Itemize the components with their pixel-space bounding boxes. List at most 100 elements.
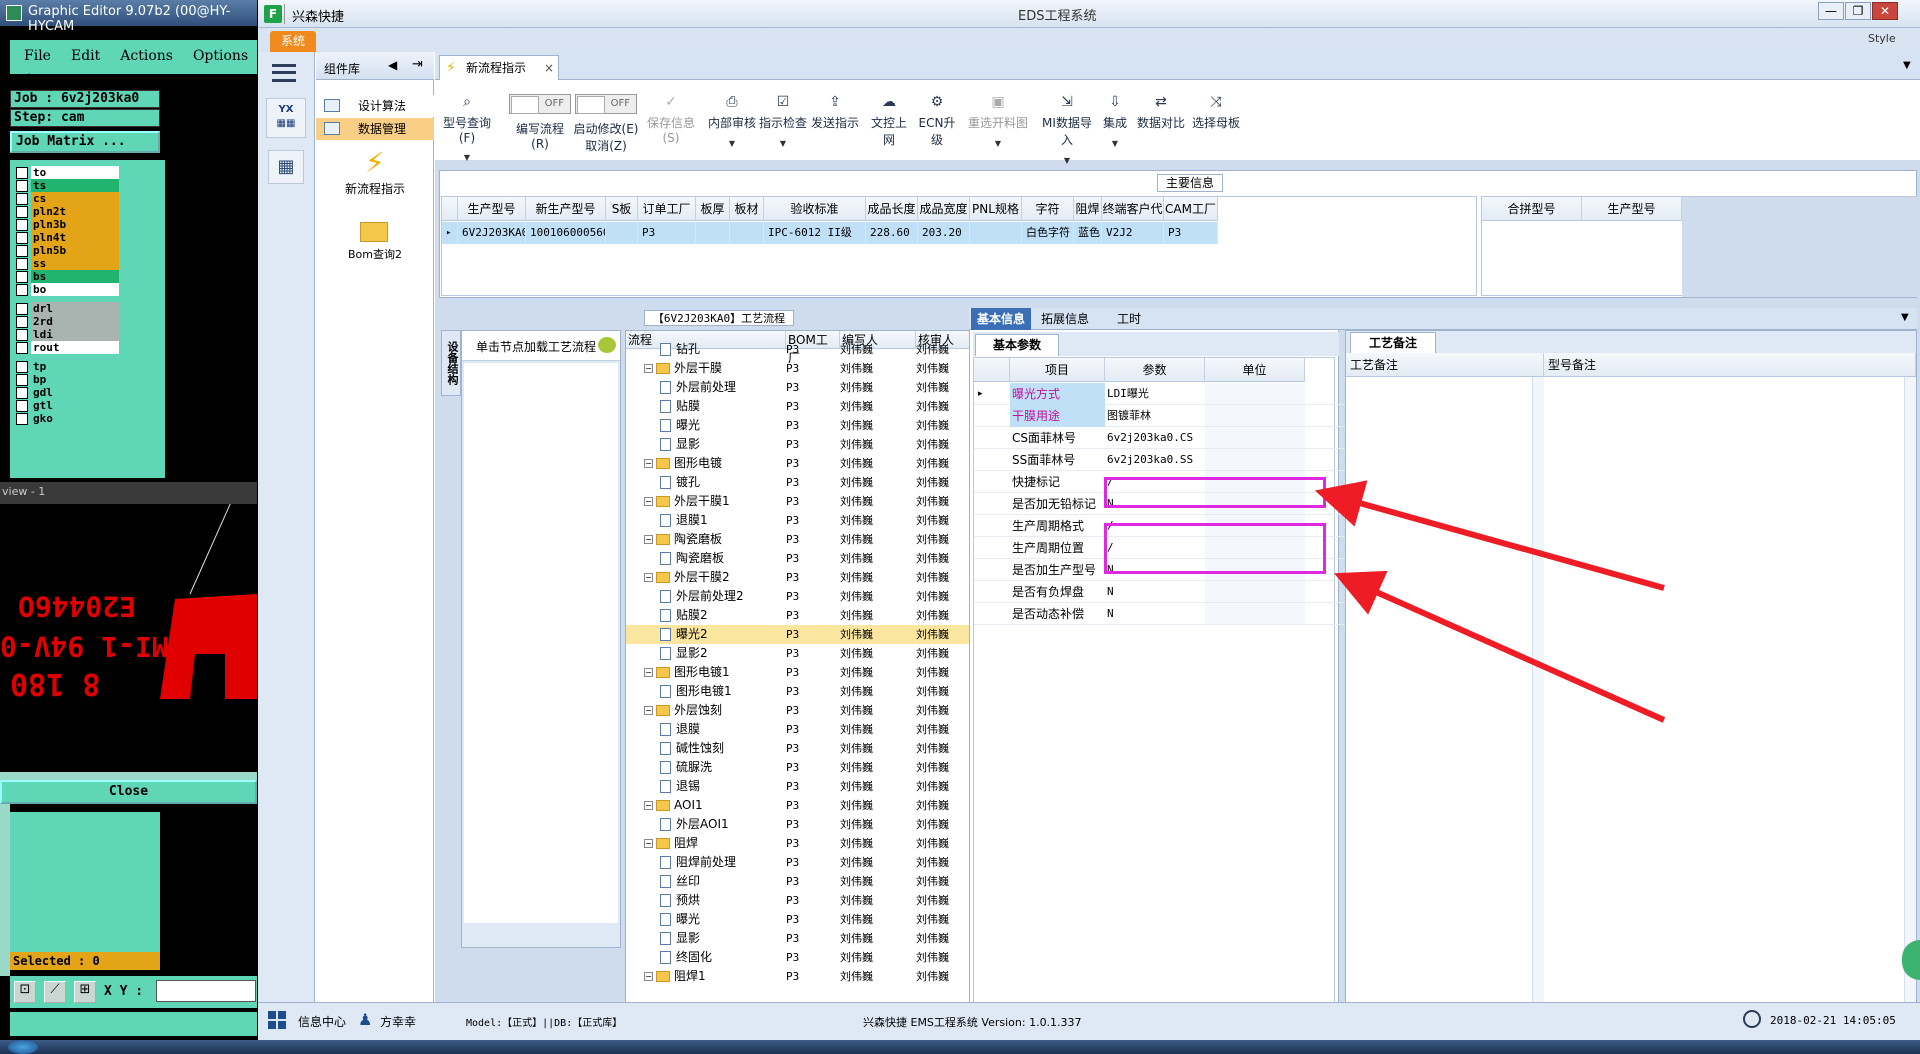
layer-rout[interactable]: rout [14, 341, 134, 355]
param-unit[interactable] [1205, 383, 1305, 404]
close-window-button[interactable]: ✕ [1872, 2, 1898, 20]
col-merge-model[interactable]: 合拼型号 [1482, 197, 1582, 221]
param-row[interactable]: SS面菲林号 6v2j203ka0.SS [974, 449, 1349, 471]
collapse-icon[interactable]: − [644, 972, 653, 981]
layer-checkbox[interactable] [16, 400, 28, 412]
table-cell[interactable]: 6V2J203KA0 [458, 222, 526, 244]
collapse-icon[interactable]: − [644, 535, 653, 544]
tree-node[interactable]: 贴膜2 [660, 606, 708, 625]
chevron-down-icon[interactable]: ▼ [1097, 139, 1133, 148]
col-1[interactable]: 新生产型号 [526, 197, 606, 221]
layer-cs[interactable]: cs [14, 192, 134, 206]
calculator-icon[interactable]: ▦ [268, 150, 304, 184]
tree-node[interactable]: 显影 [660, 435, 700, 454]
tree-node[interactable]: 外层AOI1 [660, 815, 729, 834]
windows-grid-icon[interactable] [268, 1011, 286, 1029]
tab-new-process[interactable]: ⚡ 新流程指示 × [439, 55, 559, 80]
minimize-button[interactable]: — [1818, 2, 1844, 20]
toolbar-button-3[interactable]: ✓ 保存信息(S) [641, 80, 701, 160]
col-13[interactable]: CAM工厂 [1164, 197, 1218, 221]
style-label[interactable]: Style [1868, 32, 1896, 45]
layer-checkbox[interactable] [16, 180, 28, 192]
layer-checkbox[interactable] [16, 232, 28, 244]
tree-node[interactable]: − 陶瓷磨板 [644, 530, 722, 549]
toolbar-button-13[interactable]: ⤨ 选择母板 [1188, 80, 1244, 160]
tab-system[interactable]: 系统 [270, 31, 316, 52]
tree-node[interactable]: 外层前处理2 [660, 587, 744, 606]
tree-node[interactable]: 退锡 [660, 777, 700, 796]
remark-scrollbar[interactable] [1532, 377, 1544, 1047]
graphic-canvas[interactable]: E20446O MI-1 94V-0 8 180 [0, 504, 257, 772]
collapse-icon[interactable]: − [644, 801, 653, 810]
param-unit[interactable] [1205, 427, 1305, 448]
toggle-switch[interactable]: OFF [509, 94, 571, 114]
toggle-switch[interactable]: OFF [575, 94, 637, 114]
collapse-icon[interactable]: − [644, 706, 653, 715]
tree-node[interactable]: − 图形电镀1 [644, 663, 730, 682]
layer-gko[interactable]: gko [14, 412, 134, 426]
tree-node[interactable]: 陶瓷磨板 [660, 549, 724, 568]
layer-gtl[interactable]: gtl [14, 399, 134, 413]
tree-node[interactable]: 预烘 [660, 891, 700, 910]
toolbar-button-8[interactable]: ⚙ ECN升级 [914, 80, 960, 160]
param-row[interactable]: CS面菲林号 6v2j203ka0.CS [974, 427, 1349, 449]
info-center[interactable]: 信息中心 [298, 1013, 346, 1030]
lib-item-new-process[interactable]: ⚡ 新流程指示 [316, 146, 434, 212]
table-cell[interactable]: P3 [638, 222, 696, 244]
layer-pln3b[interactable]: pln3b [14, 218, 134, 232]
tree-node[interactable]: 退膜1 [660, 511, 708, 530]
layer-checkbox[interactable] [16, 316, 28, 328]
layer-checkbox[interactable] [16, 284, 28, 296]
param-row[interactable]: 干膜用途 图镀菲林 [974, 405, 1349, 427]
col-6[interactable]: 验收标准 [764, 197, 866, 221]
param-unit[interactable] [1205, 449, 1305, 470]
lib-item-bom-query[interactable]: Bom查询2 [316, 216, 434, 276]
close-button[interactable]: Close [0, 780, 257, 804]
col-2[interactable]: S板 [606, 197, 638, 221]
layer-checkbox[interactable] [16, 303, 28, 315]
col-10[interactable]: 字符 [1022, 197, 1074, 221]
param-col-2[interactable]: 单位 [1205, 358, 1305, 382]
layer-pln2t[interactable]: pln2t [14, 205, 134, 219]
chevron-down-icon[interactable]: ▼ [759, 139, 807, 148]
tab-close-icon[interactable]: × [544, 56, 554, 80]
layer-checkbox[interactable] [16, 245, 28, 257]
layer-checkbox[interactable] [16, 193, 28, 205]
menu-edit[interactable]: Edit [57, 40, 106, 64]
layer-checkbox[interactable] [16, 206, 28, 218]
layer-checkbox[interactable] [16, 167, 28, 179]
collapse-icon[interactable]: − [644, 839, 653, 848]
toolbar-button-6[interactable]: ⇪ 发送指示 [806, 80, 864, 160]
param-value[interactable]: N [1105, 603, 1205, 625]
xy-input[interactable] [156, 980, 256, 1002]
tree-node[interactable]: − 外层蚀刻 [644, 701, 722, 720]
layer-drl[interactable]: drl [14, 302, 134, 316]
toolbar-button-12[interactable]: ⇄ 数据对比 [1136, 80, 1186, 160]
table-cell[interactable] [970, 222, 1022, 244]
toolbar-button-9[interactable]: ▣ 重选开料图 ▼ [963, 80, 1033, 160]
col-11[interactable]: 阻焊 [1074, 197, 1102, 221]
collapse-icon[interactable]: − [644, 573, 653, 582]
param-value[interactable]: LDI曝光 [1105, 383, 1205, 405]
layer-ss[interactable]: ss [14, 257, 134, 271]
col-12[interactable]: 终端客户代码 [1102, 197, 1164, 240]
tree-node[interactable]: 图形电镀1 [660, 682, 732, 701]
menu-an[interactable]: An [10, 64, 49, 88]
tree-node[interactable]: 贴膜 [660, 397, 700, 416]
toolbar-button-7[interactable]: ☁ 文控上网 [867, 80, 911, 160]
tree-node[interactable]: 显影 [660, 929, 700, 948]
table-cell[interactable] [730, 222, 764, 244]
chevron-down-icon[interactable]: ▼ [437, 153, 497, 162]
tree-node[interactable]: − 图形电镀 [644, 454, 722, 473]
layer-checkbox[interactable] [16, 361, 28, 373]
chevron-down-icon[interactable]: ▼ [1039, 156, 1095, 165]
tree-node[interactable]: 镀孔 [660, 473, 700, 492]
collapse-icon[interactable]: − [644, 497, 653, 506]
table-cell[interactable]: V2J2 [1102, 222, 1164, 244]
layer-checkbox[interactable] [16, 329, 28, 341]
zoom-tool-icon[interactable]: ⊡ [14, 981, 36, 1003]
tree-node[interactable]: 钻孔 [660, 340, 700, 359]
toolbar-button-1[interactable]: OFF 编写流程(R) [509, 80, 571, 160]
table-cell[interactable]: 蓝色 [1074, 222, 1102, 244]
col-9[interactable]: PNL规格 [970, 197, 1022, 221]
